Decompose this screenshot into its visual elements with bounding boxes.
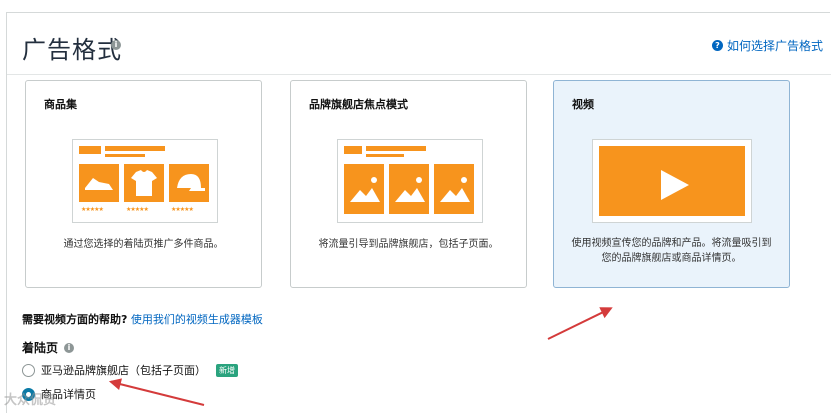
shoe-icon <box>79 164 119 202</box>
subline <box>366 154 404 157</box>
card-description: 使用视频宣传您的品牌和产品。将流量吸引到您的品牌旗舰店或商品详情页。 <box>571 238 772 264</box>
landing-page-heading: 着陆页 i <box>22 339 75 356</box>
image-placeholder-icon <box>389 164 429 214</box>
rating-stars-icon: ★★★★★ <box>171 206 194 213</box>
image-placeholder-icon <box>434 164 474 214</box>
new-badge: 新增 <box>216 363 238 377</box>
radio-label: 亚马逊品牌旗舰店（包括子页面） <box>41 364 206 377</box>
tshirt-icon <box>124 164 164 202</box>
how-to-choose-label: 如何选择广告格式 <box>726 39 823 53</box>
card-title: 视频 <box>572 98 594 111</box>
play-icon <box>661 170 689 200</box>
logo-block <box>79 146 101 154</box>
info-icon[interactable]: i <box>64 342 75 353</box>
info-icon[interactable]: i <box>111 40 121 50</box>
image-placeholder-icon <box>344 164 384 214</box>
card-description: 通过您选择的着陆页推广多件商品。 <box>63 239 224 250</box>
watermark: 大众侃货 <box>4 393 57 408</box>
card-store-spotlight[interactable]: 品牌旗舰店焦点模式 将流量引导到品牌旗舰店，包括子页面。 <box>290 80 527 288</box>
video-illustration <box>592 139 752 223</box>
page-title: 广告格式 <box>22 36 122 64</box>
card-video[interactable]: 视频 使用视频宣传您的品牌和产品。将流量吸引到您的品牌旗舰店或商品详情页。 <box>553 80 790 288</box>
card-product-collection[interactable]: 商品集 ★★★★★ ★★★★★ ★★★★★ 通过您选择的着陆页推广多件商品。 <box>25 80 262 288</box>
store-spotlight-illustration <box>337 139 483 223</box>
product-collection-illustration: ★★★★★ ★★★★★ ★★★★★ <box>72 139 218 223</box>
video-help-row: 需要视频方面的帮助? 使用我们的视频生成器模板 <box>22 311 263 327</box>
radio-button[interactable] <box>22 363 35 377</box>
video-screen <box>599 146 745 216</box>
video-help-question: 需要视频方面的帮助? <box>22 313 128 326</box>
video-builder-link[interactable]: 使用我们的视频生成器模板 <box>131 313 263 326</box>
card-title: 商品集 <box>44 98 77 111</box>
how-to-choose-link[interactable]: ? 如何选择广告格式 <box>711 37 823 54</box>
headline-line <box>366 146 426 151</box>
rating-stars-icon: ★★★★★ <box>81 206 104 213</box>
rating-stars-icon: ★★★★★ <box>126 206 149 213</box>
subline <box>105 154 145 157</box>
logo-block <box>344 146 362 154</box>
panel-header: 广告格式 i ? 如何选择广告格式 <box>7 13 831 75</box>
question-icon: ? <box>711 40 723 51</box>
card-title: 品牌旗舰店焦点模式 <box>309 98 408 111</box>
cap-icon <box>169 164 209 202</box>
headline-line <box>105 146 165 151</box>
card-description: 将流量引导到品牌旗舰店，包括子页面。 <box>318 239 499 250</box>
radio-store-option[interactable]: 亚马逊品牌旗舰店（包括子页面） 新增 <box>22 362 238 378</box>
landing-page-label: 着陆页 <box>22 341 59 355</box>
